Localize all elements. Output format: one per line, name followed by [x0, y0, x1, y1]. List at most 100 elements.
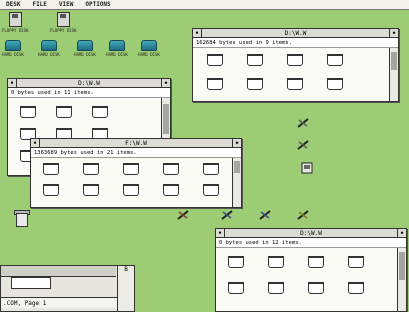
folder-item[interactable]: [52, 106, 76, 118]
program-item[interactable]: [290, 118, 316, 128]
editor-titlebar[interactable]: [1, 266, 116, 277]
drive-glyph-icon: [109, 40, 125, 51]
folder-item[interactable]: [88, 106, 112, 118]
folder-item[interactable]: [304, 282, 328, 294]
folder-item[interactable]: [304, 256, 328, 268]
folder-item[interactable]: [224, 282, 248, 294]
window-body: [216, 248, 397, 311]
folder-item[interactable]: [199, 184, 223, 196]
folder-icon: [247, 78, 263, 90]
folder-item[interactable]: [119, 184, 143, 196]
floppy-disk-icon[interactable]: FLOPPY DISK: [2, 12, 29, 33]
window-titlebar[interactable]: ▪ F:\W.W ◆: [31, 139, 241, 148]
program-item[interactable]: [290, 210, 316, 220]
full-box-icon[interactable]: ◆: [232, 139, 241, 147]
menubar: DESK FILE VIEW OPTIONS: [0, 0, 409, 10]
close-box-icon[interactable]: ▪: [31, 139, 40, 147]
editor-input[interactable]: [11, 277, 51, 289]
program-item[interactable]: [294, 162, 320, 174]
folder-icon: [327, 54, 343, 66]
menu-desk[interactable]: DESK: [0, 1, 26, 8]
folder-item[interactable]: [16, 106, 40, 118]
hard-disk-icon[interactable]: HARD DISK: [0, 40, 26, 57]
vertical-scrollbar[interactable]: [232, 158, 241, 207]
hard-disk-icon[interactable]: HARD DISK: [72, 40, 98, 57]
folder-item[interactable]: [203, 78, 227, 90]
full-box-icon[interactable]: ◆: [161, 79, 170, 87]
directory-window[interactable]: ▪ F:\W.W ◆ 1363689 bytes used in 21 item…: [30, 138, 242, 208]
folder-icon: [308, 256, 324, 268]
folder-item[interactable]: [159, 163, 183, 175]
folder-item[interactable]: [159, 184, 183, 196]
folder-icon: [228, 256, 244, 268]
window-titlebar[interactable]: ▪ D:\W.W ◆: [8, 79, 170, 88]
close-box-icon[interactable]: ▪: [216, 229, 225, 237]
directory-window[interactable]: ▪ D:\W.W ◆ 162684 bytes used in 9 items.: [192, 28, 399, 102]
window-info: 0 bytes used in 12 items.: [216, 238, 406, 248]
folder-item[interactable]: [39, 184, 63, 196]
close-box-icon[interactable]: ▪: [8, 79, 17, 87]
directory-window[interactable]: ▪ D:\W.W ◆ 0 bytes used in 12 items.: [215, 228, 407, 312]
trash-bin: [16, 213, 28, 227]
hard-disk-icon[interactable]: HARD DISK: [36, 40, 62, 57]
folder-icon: [268, 256, 284, 268]
folder-icon: [228, 282, 244, 294]
editor-status: .COM, Page 1: [1, 297, 118, 308]
close-box-icon[interactable]: ▪: [193, 29, 202, 37]
menu-file[interactable]: FILE: [26, 1, 52, 8]
document-icon: [300, 162, 314, 174]
folder-item[interactable]: [323, 78, 347, 90]
window-info: 162684 bytes used in 9 items.: [193, 38, 398, 48]
editor-scrollbar[interactable]: B: [117, 266, 134, 311]
menu-options[interactable]: OPTIONS: [79, 1, 116, 8]
window-title: F:\W.W: [125, 139, 147, 147]
full-box-icon[interactable]: ◆: [397, 229, 406, 237]
hard-disk-icon[interactable]: HARD DISK: [136, 40, 162, 57]
vertical-scrollbar[interactable]: [389, 48, 398, 101]
folder-icon: [287, 54, 303, 66]
full-box-icon[interactable]: ◆: [389, 29, 398, 37]
floppy-glyph-icon: [8, 12, 22, 27]
scroll-thumb[interactable]: [234, 161, 240, 173]
editor-window[interactable]: .COM, Page 1 B: [0, 265, 135, 312]
folder-item[interactable]: [203, 54, 227, 66]
folder-item[interactable]: [283, 78, 307, 90]
folder-icon: [163, 163, 179, 175]
folder-item[interactable]: [323, 54, 347, 66]
tools-icon: [176, 210, 190, 220]
window-titlebar[interactable]: ▪ D:\W.W ◆: [193, 29, 398, 38]
folder-item[interactable]: [243, 78, 267, 90]
folder-item[interactable]: [344, 256, 368, 268]
folder-item[interactable]: [79, 163, 103, 175]
folder-icon: [207, 78, 223, 90]
floppy-disk-icon[interactable]: FLOPPY DISK: [50, 12, 77, 33]
window-title: D:\W.W: [300, 229, 322, 237]
folder-item[interactable]: [283, 54, 307, 66]
folder-item[interactable]: [119, 163, 143, 175]
vertical-scrollbar[interactable]: [397, 248, 406, 311]
scroll-thumb[interactable]: [399, 252, 405, 280]
program-item[interactable]: [290, 140, 316, 150]
folder-item[interactable]: [79, 184, 103, 196]
program-item[interactable]: [252, 210, 278, 220]
drive-glyph-icon: [5, 40, 21, 51]
folder-item[interactable]: [344, 282, 368, 294]
program-item[interactable]: [214, 210, 240, 220]
folder-item[interactable]: [224, 256, 248, 268]
folder-item[interactable]: [39, 163, 63, 175]
drive-glyph-icon: [77, 40, 93, 51]
tools-icon: [296, 140, 310, 150]
scroll-thumb[interactable]: [163, 104, 169, 134]
hard-disk-icon[interactable]: HARD DISK: [104, 40, 130, 57]
folder-icon: [247, 54, 263, 66]
program-item[interactable]: [170, 210, 196, 220]
folder-item[interactable]: [264, 282, 288, 294]
folder-item[interactable]: [264, 256, 288, 268]
scroll-thumb[interactable]: [391, 52, 397, 70]
folder-item[interactable]: [199, 163, 223, 175]
window-titlebar[interactable]: ▪ D:\W.W ◆: [216, 229, 406, 238]
menu-view[interactable]: VIEW: [53, 1, 79, 8]
trash-icon[interactable]: [14, 210, 30, 227]
folder-icon: [123, 163, 139, 175]
folder-item[interactable]: [243, 54, 267, 66]
